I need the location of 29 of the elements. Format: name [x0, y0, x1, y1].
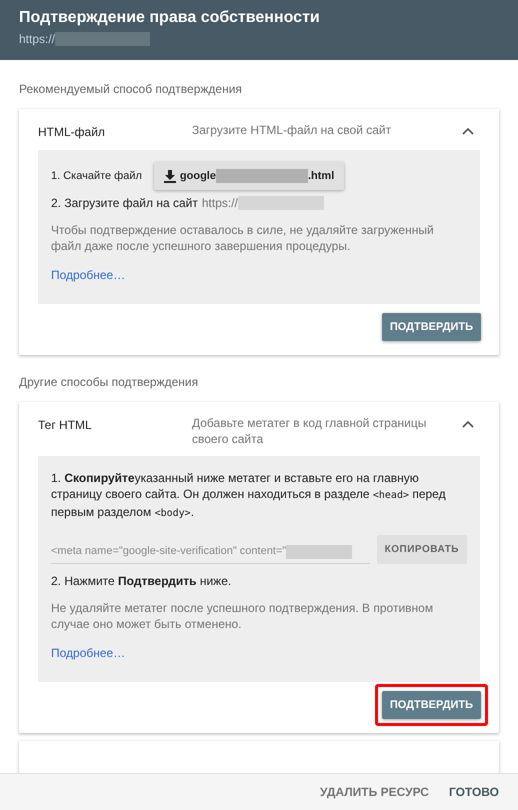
retention-note: Не удаляйте метатег после успешного подтверждения. В противном случае оно может быть отменено. — [51, 600, 434, 632]
chevron-up-icon[interactable] — [462, 420, 474, 428]
confirm-button[interactable]: ПОДТВЕРДИТЬ — [382, 691, 481, 719]
site-url: https:// — [202, 195, 238, 212]
section-label: Другие способы подтверждения — [18, 374, 200, 391]
property-url: https:// — [19, 31, 56, 48]
confirm-button[interactable]: ПОДТВЕРДИТЬ — [382, 313, 481, 341]
done-button[interactable]: ГОТОВО — [448, 783, 499, 801]
delete-property-button[interactable]: УДАЛИТЬ РЕСУРС — [320, 783, 429, 801]
learn-more-link[interactable]: Подробнее… — [51, 644, 126, 662]
page-title: Подтверждение права собственности — [19, 8, 321, 28]
method-title: HTML-файл — [38, 124, 106, 141]
step-instruction: 2. Нажмите Подтвердить ниже. — [51, 573, 232, 590]
redaction-bar — [286, 544, 352, 558]
copy-button[interactable]: КОПИРОВАТЬ — [376, 535, 467, 564]
retention-note: Чтобы подтверждение оставалось в силе, не удаляйте загруженный файл даже после успешного завершения процедуры. — [51, 222, 435, 254]
method-summary: Загрузите HTML-файл на свой сайт — [192, 122, 392, 138]
section-label: Рекомендуемый способ подтверждения — [18, 81, 243, 98]
file-name: google .html — [180, 168, 334, 184]
chevron-up-icon[interactable] — [462, 127, 474, 135]
method-summary: Добавьте метатег в код главной страницы своего сайта — [192, 415, 428, 447]
step-label: 1. Скачайте файл — [51, 168, 142, 184]
download-file-button[interactable]: google .html — [154, 162, 344, 190]
step-instruction: 1. Скопируйтеуказанный ниже метатег и вставьте его на главную страницу своего сайта. Он должен находиться в разделе <head> перед первым разделом <body>. — [51, 470, 447, 521]
learn-more-link[interactable]: Подробнее… — [51, 266, 126, 284]
meta-tag-field[interactable]: <meta name="google-site-verification" content=" — [51, 540, 370, 564]
step-label: 2. Загрузите файл на сайт — [51, 195, 198, 212]
download-icon — [164, 170, 176, 182]
method-title: Тег HTML — [38, 417, 93, 434]
